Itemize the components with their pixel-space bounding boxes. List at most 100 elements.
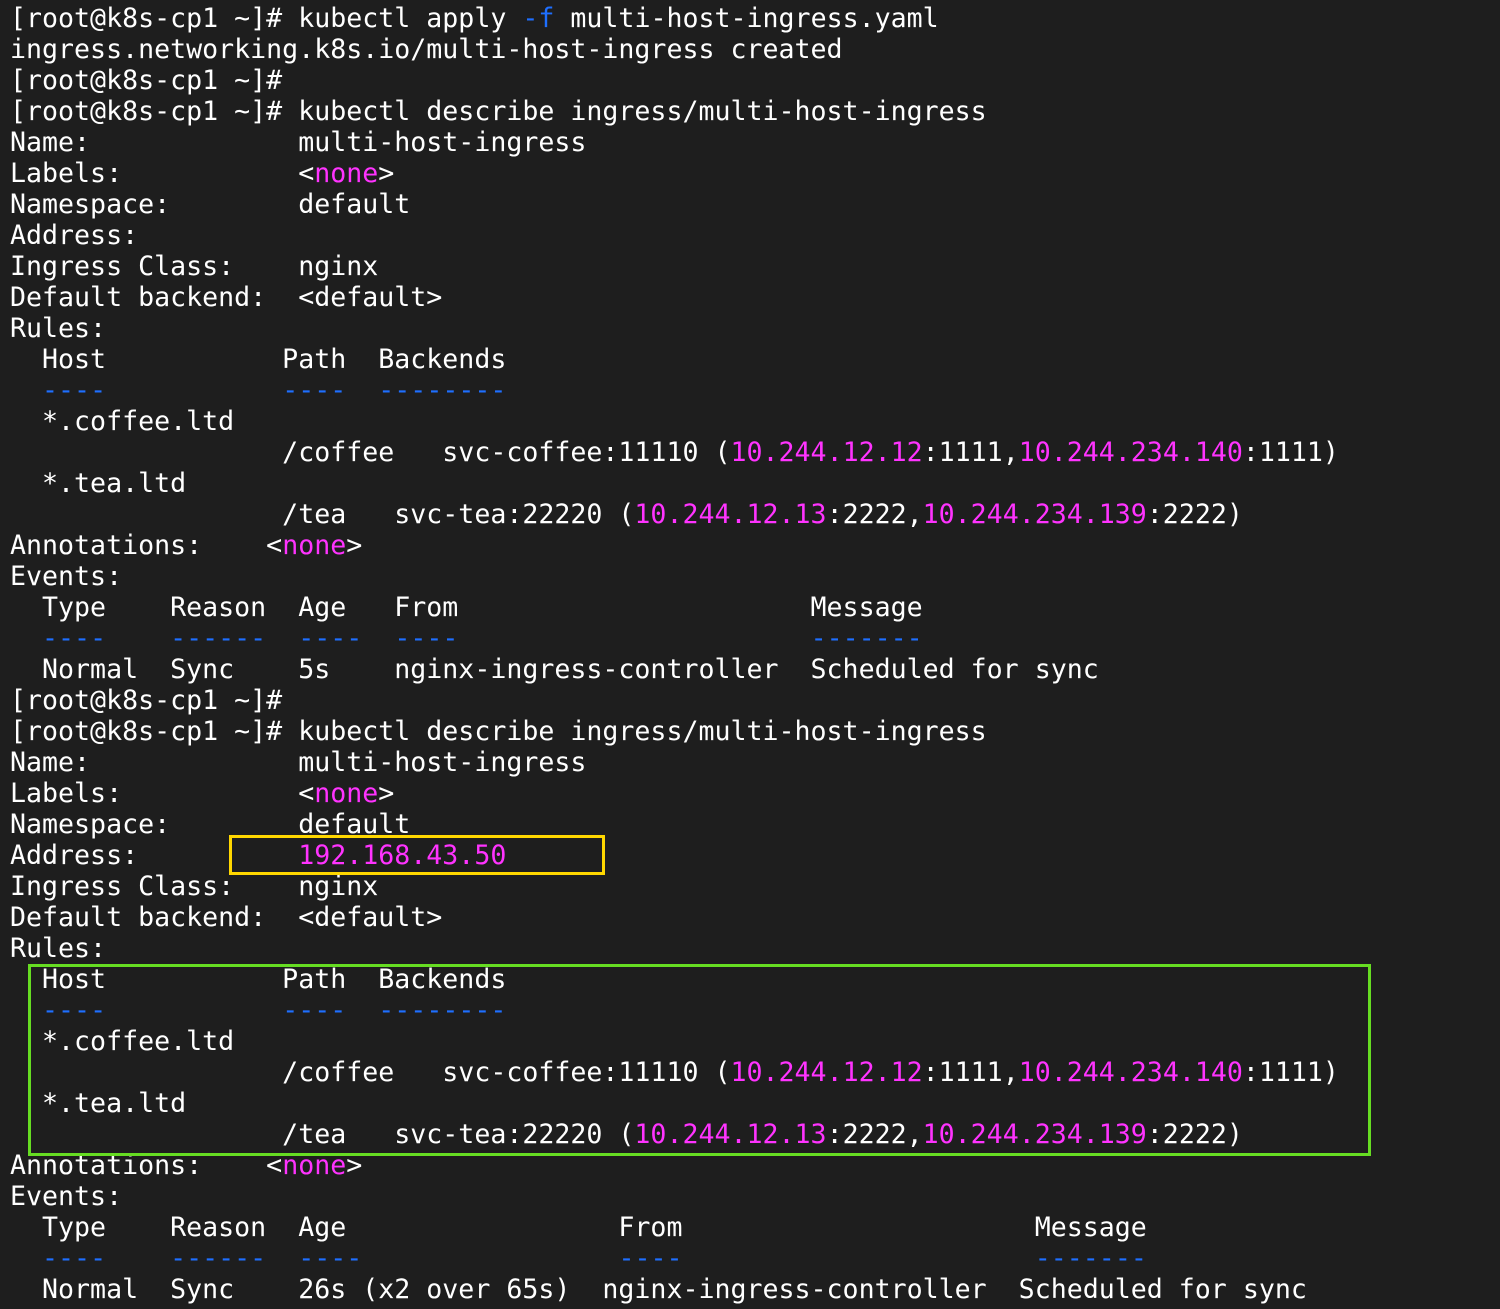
terminal-text: ---- xyxy=(42,375,107,406)
terminal-text: Type Reason Age From Message xyxy=(10,1212,1147,1243)
terminal-line: ingress.networking.k8s.io/multi-host-ing… xyxy=(10,34,1339,65)
terminal-line: Namespace: default xyxy=(10,189,1339,220)
terminal-text: Annotations: < xyxy=(10,530,283,561)
terminal-line: Default backend: <default> xyxy=(10,902,1339,933)
terminal-line: Default backend: <default> xyxy=(10,282,1339,313)
terminal-line: Normal Sync 26s (x2 over 65s) nginx-ingr… xyxy=(10,1274,1339,1305)
terminal-text: /coffee svc-coffee:11110 ( xyxy=(10,437,731,468)
terminal-text: ---- xyxy=(618,1243,683,1274)
terminal-text: Namespace: default xyxy=(10,189,411,220)
terminal-text: ---- xyxy=(298,1243,363,1274)
terminal-text: Default backend: <default> xyxy=(10,902,443,933)
terminal-text: ---- xyxy=(394,623,459,654)
terminal-text: [root@k8s-cp1 ~]# kubectl describe ingre… xyxy=(10,96,987,127)
terminal-text: [root@k8s-cp1 ~]# xyxy=(10,685,283,716)
terminal-text: Rules: xyxy=(10,933,107,964)
terminal-line: Ingress Class: nginx xyxy=(10,251,1339,282)
terminal-text: Rules: xyxy=(10,313,107,344)
terminal-line: /tea svc-tea:22220 (10.244.12.13:2222,10… xyxy=(10,499,1339,530)
terminal-text: Type Reason Age From Message xyxy=(10,592,923,623)
terminal-line: [root@k8s-cp1 ~]# xyxy=(10,65,1339,96)
terminal-text: Normal Sync 26s (x2 over 65s) nginx-ingr… xyxy=(10,1274,1307,1305)
terminal-line: Type Reason Age From Message xyxy=(10,1212,1339,1243)
terminal-text: ------- xyxy=(1034,1243,1147,1274)
terminal-line: ---- ---- -------- xyxy=(10,375,1339,406)
terminal-text: none xyxy=(314,158,379,189)
terminal-text: 10.244.234.139 xyxy=(922,499,1147,530)
terminal-text: Normal Sync 5s nginx-ingress-controller … xyxy=(10,654,1099,685)
terminal-text: Labels: < xyxy=(10,158,315,189)
terminal-text: :2222, xyxy=(826,499,923,530)
terminal-text: *.coffee.ltd xyxy=(10,406,235,437)
terminal-line: [root@k8s-cp1 ~]# kubectl describe ingre… xyxy=(10,96,1339,127)
terminal-text: > xyxy=(378,778,395,809)
terminal-line: Name: multi-host-ingress xyxy=(10,127,1339,158)
terminal-text: 10.244.234.140 xyxy=(1018,437,1243,468)
terminal-line: Name: multi-host-ingress xyxy=(10,747,1339,778)
terminal-line: *.coffee.ltd xyxy=(10,406,1339,437)
terminal-line: Normal Sync 5s nginx-ingress-controller … xyxy=(10,654,1339,685)
terminal-line: Labels: <none> xyxy=(10,158,1339,189)
terminal-text: Name: multi-host-ingress xyxy=(10,747,587,778)
terminal-text: ---- xyxy=(42,623,107,654)
terminal-line: Annotations: <none> xyxy=(10,530,1339,561)
terminal-text: Default backend: <default> xyxy=(10,282,443,313)
terminal-text: -------- xyxy=(378,375,507,406)
terminal-text: Host Path Backends xyxy=(10,344,507,375)
terminal-line: Ingress Class: nginx xyxy=(10,871,1339,902)
terminal-text: > xyxy=(346,530,363,561)
terminal-text: 10.244.12.12 xyxy=(730,437,923,468)
terminal-line: ---- ------ ---- ---- ------- xyxy=(10,623,1339,654)
terminal-text: ingress.networking.k8s.io/multi-host-ing… xyxy=(10,34,843,65)
terminal-line: Rules: xyxy=(10,933,1339,964)
terminal-text: [root@k8s-cp1 ~]# kubectl describe ingre… xyxy=(10,716,987,747)
terminal-text: Ingress Class: nginx xyxy=(10,251,379,282)
terminal-text: 10.244.12.13 xyxy=(634,499,827,530)
terminal-text: [root@k8s-cp1 ~]# xyxy=(10,65,283,96)
terminal-text: /tea svc-tea:22220 ( xyxy=(10,499,635,530)
terminal-text: [root@k8s-cp1 ~]# kubectl apply xyxy=(10,3,523,34)
terminal-text: Labels: < xyxy=(10,778,315,809)
address-highlight-box xyxy=(229,835,605,875)
terminal-line: Address: 192.168.43.50 xyxy=(10,840,1339,871)
terminal-text: Events: xyxy=(10,1181,123,1212)
terminal-text: ------- xyxy=(810,623,923,654)
terminal-text: Address: xyxy=(10,220,139,251)
terminal-line: [root@k8s-cp1 ~]# kubectl apply -f multi… xyxy=(10,3,1339,34)
terminal-text: none xyxy=(314,778,379,809)
terminal-text: :2222) xyxy=(1146,499,1243,530)
terminal-line: [root@k8s-cp1 ~]# kubectl describe ingre… xyxy=(10,716,1339,747)
terminal-text: > xyxy=(378,158,395,189)
terminal-line: Namespace: default xyxy=(10,809,1339,840)
terminal-text: none xyxy=(282,530,347,561)
terminal-text: -f xyxy=(522,3,555,34)
terminal-text: :1111, xyxy=(922,437,1019,468)
terminal-text: :1111) xyxy=(1242,437,1339,468)
terminal-line: Rules: xyxy=(10,313,1339,344)
terminal-line: Type Reason Age From Message xyxy=(10,592,1339,623)
terminal-text: *.tea.ltd xyxy=(10,468,187,499)
terminal-line: *.tea.ltd xyxy=(10,468,1339,499)
terminal-text: Name: multi-host-ingress xyxy=(10,127,587,158)
terminal-line: [root@k8s-cp1 ~]# xyxy=(10,685,1339,716)
terminal-line: Host Path Backends xyxy=(10,344,1339,375)
terminal-text: ---- xyxy=(42,1243,107,1274)
terminal-line: ---- ------ ---- ---- ------- xyxy=(10,1243,1339,1274)
terminal-text: multi-host-ingress.yaml xyxy=(554,3,939,34)
terminal-text: ------ xyxy=(170,1243,267,1274)
terminal-line: /coffee svc-coffee:11110 (10.244.12.12:1… xyxy=(10,437,1339,468)
terminal-line: Address: xyxy=(10,220,1339,251)
terminal-text: Ingress Class: nginx xyxy=(10,871,379,902)
terminal-text: ---- xyxy=(282,375,347,406)
